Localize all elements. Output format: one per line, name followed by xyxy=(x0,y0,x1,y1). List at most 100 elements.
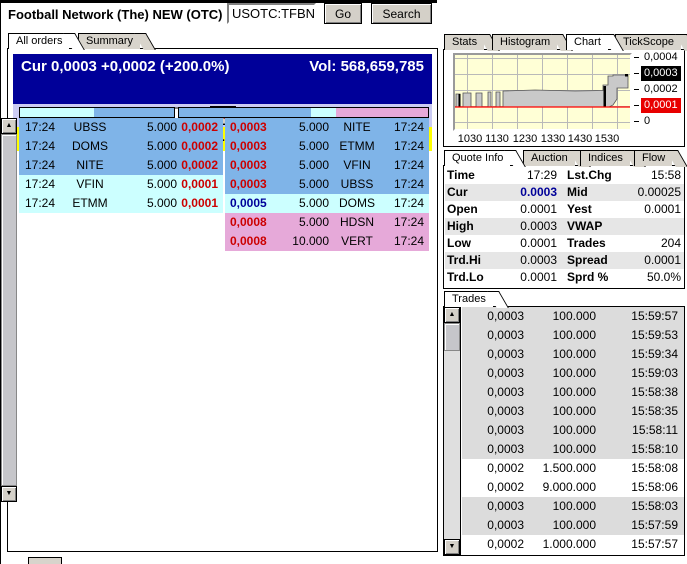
x-tick-label: 1430 xyxy=(565,133,595,145)
trade-row[interactable]: 0,0003 100.000 15:57:59 xyxy=(462,516,684,535)
tab-trades[interactable]: Trades xyxy=(444,291,493,307)
quote-current-price: 0.0003 xyxy=(495,184,557,201)
scrollbar-thumb[interactable] xyxy=(444,323,460,351)
ask-size: 5.000 xyxy=(281,156,329,175)
trade-row[interactable]: 0,0003 100.000 15:59:53 xyxy=(462,326,684,345)
price-banner: Cur 0,0003 +0,0002 (+200.0%) Vol: 568,65… xyxy=(13,54,432,104)
ask-time: 17:24 xyxy=(385,137,429,156)
bid-row[interactable]: 17:24 VFIN 5.000 0,0001 xyxy=(19,175,223,194)
trade-row[interactable]: 0,0003 100.000 15:59:03 xyxy=(462,364,684,383)
trade-row[interactable]: 0,0002 1.000.000 15:57:57 xyxy=(462,535,684,554)
trade-size: 100.000 xyxy=(524,440,596,459)
ask-time: 17:24 xyxy=(385,156,429,175)
ask-time: 17:24 xyxy=(385,194,429,213)
trade-price: 0,0003 xyxy=(462,516,524,535)
ask-mm: VFIN xyxy=(329,156,385,175)
bid-row[interactable]: 17:24 ETMM 5.000 0,0001 xyxy=(19,194,223,213)
bid-size: 5.000 xyxy=(119,175,177,194)
quote-label: Open xyxy=(445,201,495,218)
trade-size: 100.000 xyxy=(524,326,596,345)
symbol-input[interactable] xyxy=(227,3,316,24)
ask-depth-pink-segment xyxy=(336,108,428,117)
scroll-up-icon[interactable]: ▲ xyxy=(1,118,17,134)
trade-row[interactable]: 0,0003 100.000 15:58:38 xyxy=(462,383,684,402)
ask-mm: ETMM xyxy=(329,137,385,156)
trade-time: 15:59:34 xyxy=(596,345,684,364)
trades-scrollbar[interactable]: ▲ ▼ xyxy=(444,307,461,555)
ask-mm: UBSS xyxy=(329,175,385,194)
x-tick-label: 1530 xyxy=(592,133,622,145)
right-column: Stats Histogram Chart TickScope 1030 113… xyxy=(443,0,687,564)
volume-readout: Vol: 568,659,785 xyxy=(309,58,424,100)
ask-row[interactable]: 0,0005 5.000 DOMS 17:24 xyxy=(225,194,429,213)
ask-row[interactable]: 0,0008 5.000 HDSN 17:24 xyxy=(225,213,429,232)
chart-plot-area xyxy=(453,53,632,131)
ask-row[interactable]: 0,0003 5.000 VFIN 17:24 xyxy=(225,156,429,175)
trade-row[interactable]: 0,0003 100.000 15:58:35 xyxy=(462,402,684,421)
bid-size: 5.000 xyxy=(119,156,177,175)
y-tick-label: 0,0002 xyxy=(634,82,684,98)
chart-panel: 1030 1130 1230 1330 1430 1530 0,0004 0,0… xyxy=(443,49,685,147)
trade-size: 9.000.000 xyxy=(524,478,596,497)
trade-time: 15:57:59 xyxy=(596,516,684,535)
trade-row[interactable]: 0,0002 1.500.000 15:58:08 xyxy=(462,459,684,478)
tab-stats[interactable]: Stats xyxy=(444,34,484,50)
bid-book: 17:24 UBSS 5.000 0,0002 17:24 DOMS 5.000… xyxy=(19,118,223,213)
tab-auction[interactable]: Auction xyxy=(523,150,575,166)
bid-time: 17:24 xyxy=(19,175,61,194)
trade-row[interactable]: 0,0003 100.000 15:58:11 xyxy=(462,421,684,440)
search-button[interactable]: Search xyxy=(371,3,432,24)
tab-histogram[interactable]: Histogram xyxy=(492,34,557,50)
scroll-down-icon[interactable]: ▼ xyxy=(1,486,17,502)
trade-size: 1.500.000 xyxy=(524,459,596,478)
go-button[interactable]: Go xyxy=(324,3,362,24)
bid-time: 17:24 xyxy=(19,194,61,213)
bid-row[interactable]: 17:24 UBSS 5.000 0,0002 xyxy=(19,118,223,137)
tab-quote-info[interactable]: Quote Info xyxy=(444,150,510,166)
scroll-up-icon[interactable]: ▲ xyxy=(444,307,460,323)
quote-label: VWAP xyxy=(557,218,617,235)
trade-price: 0,0003 xyxy=(462,402,524,421)
quote-info-panel: Time 17:29 Lst.Chg 15:58 Cur 0.0003 Mid … xyxy=(443,165,685,289)
bid-depth-bar xyxy=(19,107,175,118)
bid-price: 0,0001 xyxy=(177,175,223,194)
tab-all-orders[interactable]: All orders xyxy=(8,33,69,49)
trade-row[interactable]: 0,0003 100.000 15:58:10 xyxy=(462,440,684,459)
quote-value: 0.0001 xyxy=(495,201,557,218)
scrollbar-thumb[interactable] xyxy=(1,134,17,486)
ask-row[interactable]: 0,0003 5.000 ETMM 17:24 xyxy=(225,137,429,156)
trade-time: 15:59:53 xyxy=(596,326,684,345)
ask-row[interactable]: 0,0003 5.000 UBSS 17:24 xyxy=(225,175,429,194)
quote-label: Mid xyxy=(557,184,617,201)
ask-row[interactable]: 0,0008 10.000 VERT 17:24 xyxy=(225,232,429,251)
trade-row[interactable]: 0,0003 100.000 15:59:34 xyxy=(462,345,684,364)
scroll-down-icon[interactable]: ▼ xyxy=(444,539,460,555)
quote-value: 0.0003 xyxy=(495,218,557,235)
trade-row[interactable]: 0,0003 100.000 15:59:57 xyxy=(462,307,684,326)
quote-row: Cur 0.0003 Mid 0.00025 xyxy=(445,184,684,201)
bid-row[interactable]: 17:24 NITE 5.000 0,0002 xyxy=(19,156,223,175)
tab-flow[interactable]: Flow xyxy=(634,150,672,166)
trade-size: 100.000 xyxy=(524,497,596,516)
quote-value: 0.0001 xyxy=(495,235,557,252)
trade-price: 0,0003 xyxy=(462,383,524,402)
trade-row[interactable]: 0,0002 9.000.000 15:58:06 xyxy=(462,478,684,497)
ask-row[interactable]: 0,0003 5.000 NITE 17:24 xyxy=(225,118,429,137)
ask-price: 0,0003 xyxy=(225,118,281,137)
bid-price: 0,0002 xyxy=(177,137,223,156)
quote-label: Sprd % xyxy=(557,269,617,286)
bid-size: 5.000 xyxy=(119,118,177,137)
tab-summary[interactable]: Summary xyxy=(78,33,140,49)
quote-row: High 0.0003 VWAP xyxy=(445,218,684,235)
tab-chart[interactable]: Chart xyxy=(566,34,608,50)
order-book-scrollbar[interactable]: ▲ ▼ xyxy=(1,118,17,502)
tab-tickscope[interactable]: TickScope xyxy=(615,34,681,50)
trade-time: 15:58:38 xyxy=(596,383,684,402)
ask-price: 0,0003 xyxy=(225,156,281,175)
bid-row[interactable]: 17:24 DOMS 5.000 0,0002 xyxy=(19,137,223,156)
tab-indices[interactable]: Indices xyxy=(580,150,630,166)
ask-mm: DOMS xyxy=(329,194,385,213)
trade-row[interactable]: 0,0003 100.000 15:58:03 xyxy=(462,497,684,516)
trade-price: 0,0003 xyxy=(462,326,524,345)
bid-mm: ETMM xyxy=(61,194,119,213)
